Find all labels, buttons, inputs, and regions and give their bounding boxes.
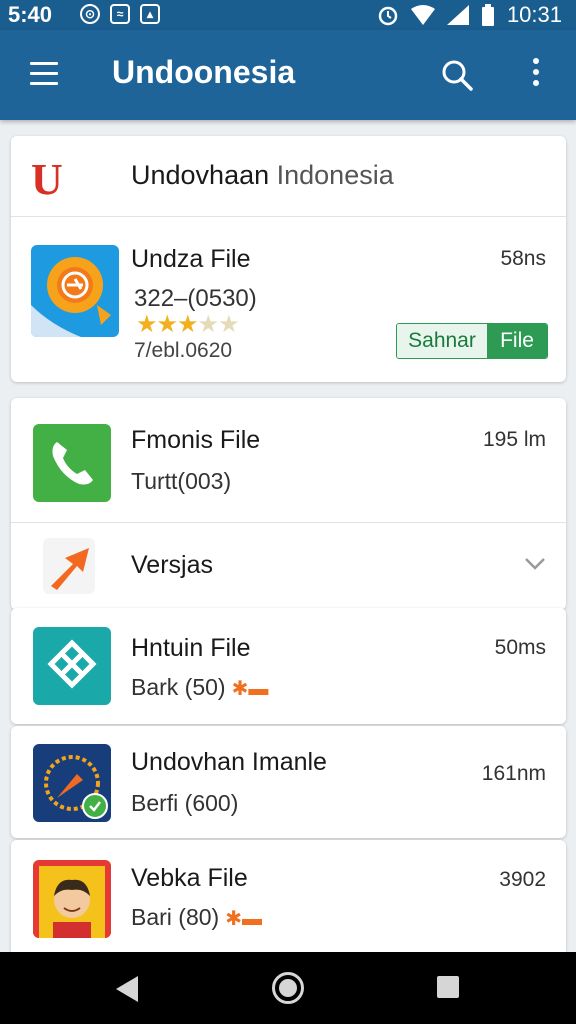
list-item-sub: Berfi (600) (131, 790, 239, 816)
more-vert-icon[interactable] (533, 58, 541, 91)
search-icon[interactable] (440, 58, 474, 92)
list-item-size: 50ms (494, 636, 546, 659)
file-list-card: Fmonis File Turtt(003) 195 lm Versjas (11, 398, 566, 610)
list-item-name: Vebka File (131, 864, 248, 892)
sahnar-file-button[interactable]: Sahnar File (396, 323, 548, 359)
list-item-size: 3902 (499, 868, 546, 891)
list-item-name: Fmonis File (131, 426, 261, 454)
file-card[interactable]: Undovhan Imanle Berfi (600) 161nm (11, 726, 566, 838)
featured-file-code: 322–(0530) (134, 285, 257, 312)
back-icon[interactable] (116, 976, 138, 1002)
featured-file-size: 58ns (500, 247, 546, 270)
cell-signal-icon (446, 5, 469, 25)
alarm-icon (378, 6, 398, 26)
card-header-title-light: Indonesia (269, 160, 394, 190)
featured-file-name: Undza File (131, 245, 251, 273)
list-item-name: Hntuin File (131, 634, 251, 662)
star-icon: ★ (177, 311, 198, 338)
star-icon: ★ (156, 311, 178, 338)
menu-icon[interactable] (30, 62, 58, 92)
network-icon (33, 627, 111, 705)
arrow-icon (43, 538, 95, 594)
card-header: U Undovhaan Indonesia (11, 136, 566, 217)
battery-icon (481, 4, 494, 26)
app-bar: Undoonesia (0, 30, 576, 120)
home-icon[interactable] (272, 972, 304, 1004)
card-header-title-main: Undovhaan (131, 160, 270, 190)
list-item-name: Versjas (131, 551, 213, 579)
recents-icon[interactable] (437, 976, 459, 998)
featured-file-date: 7/ebl.0620 (134, 339, 233, 362)
file-card[interactable]: Vebka File Bari (80) ✱▬ 3902 (11, 840, 566, 952)
compass-icon (33, 744, 111, 822)
list-item-size: 161nm (481, 762, 546, 785)
list-item-sub: Bari (80) ✱▬ (131, 904, 262, 931)
signal-stats-icon: ≈ (110, 4, 130, 24)
status-time-right: 10:31 (506, 2, 562, 27)
star-icon: ★ (136, 311, 157, 338)
file-card[interactable]: Hntuin File Bark (50) ✱▬ 50ms (11, 608, 566, 724)
phone-icon (33, 424, 111, 502)
list-item-name: Undovhan Imanle (131, 748, 327, 776)
system-nav-bar (0, 952, 576, 1024)
image-icon: ▴ (140, 4, 160, 24)
featured-card: U Undovhaan Indonesia Undza File 322–(05… (11, 136, 566, 382)
wifi-icon (410, 5, 435, 25)
rating-stars: ★★★★★ (136, 310, 240, 339)
featured-file-row[interactable]: Undza File 322–(0530) 58ns ★★★★★ 7/ebl.0… (11, 217, 566, 382)
list-item[interactable]: Fmonis File Turtt(003) 195 lm (11, 398, 566, 523)
card-header-title: Undovhaan Indonesia (131, 160, 394, 191)
chevron-down-icon[interactable] (524, 557, 546, 571)
list-item-sub-text: Bari (80) (131, 904, 220, 930)
button-label-left: Sahnar (397, 324, 487, 358)
status-bar: 5:40 ⊙ ≈ ▴ 10:31 (0, 0, 576, 30)
tag-icon: ✱▬ (231, 678, 269, 700)
avatar-icon (33, 860, 111, 938)
list-item-sub-text: Bark (50) (131, 674, 226, 700)
list-item-size: 195 lm (482, 428, 546, 451)
list-item-sub: Bark (50) ✱▬ (131, 674, 268, 701)
list-item-expandable[interactable]: Versjas (11, 523, 566, 610)
list-item-sub: Turtt(003) (131, 468, 232, 494)
star-empty-icon: ★ (197, 311, 219, 338)
star-empty-icon: ★ (218, 311, 239, 338)
gear-file-icon (31, 245, 119, 337)
tag-icon: ✱▬ (225, 908, 262, 930)
app-title: Undoonesia (112, 54, 296, 90)
status-time-left: 5:40 (8, 2, 53, 27)
notification-icon: ⊙ (80, 4, 100, 24)
button-label-right: File (487, 324, 547, 358)
u-logo: U (31, 155, 63, 204)
